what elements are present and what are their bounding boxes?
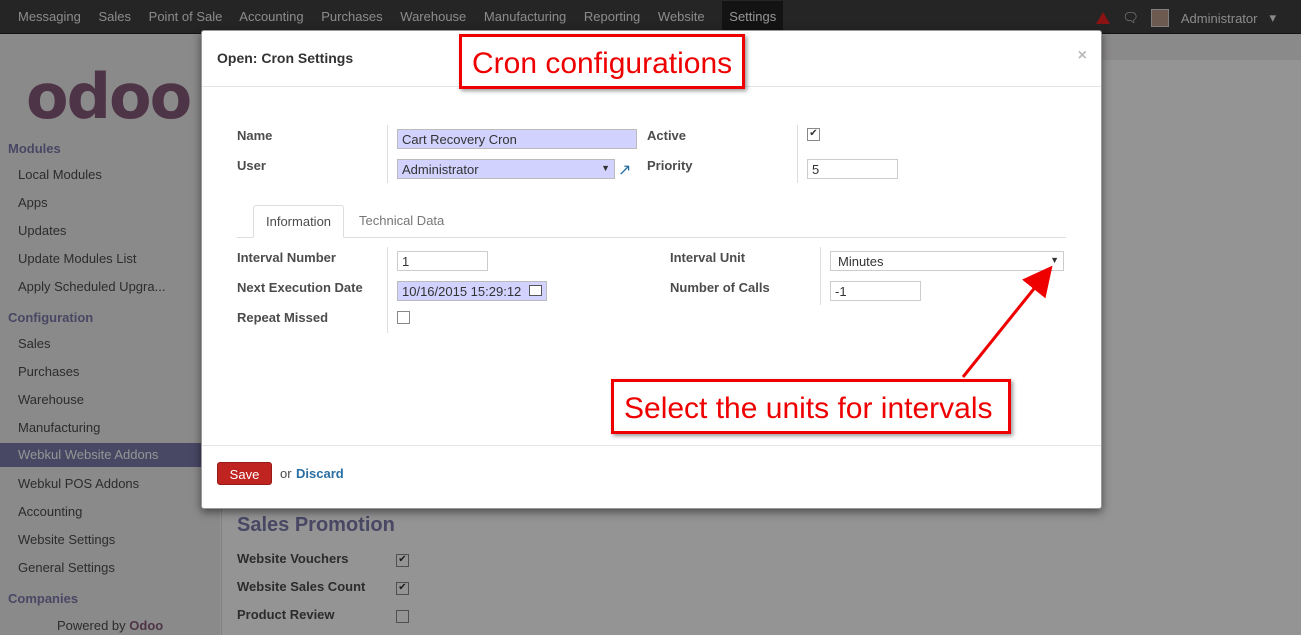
annotation-arrow bbox=[961, 265, 1053, 378]
